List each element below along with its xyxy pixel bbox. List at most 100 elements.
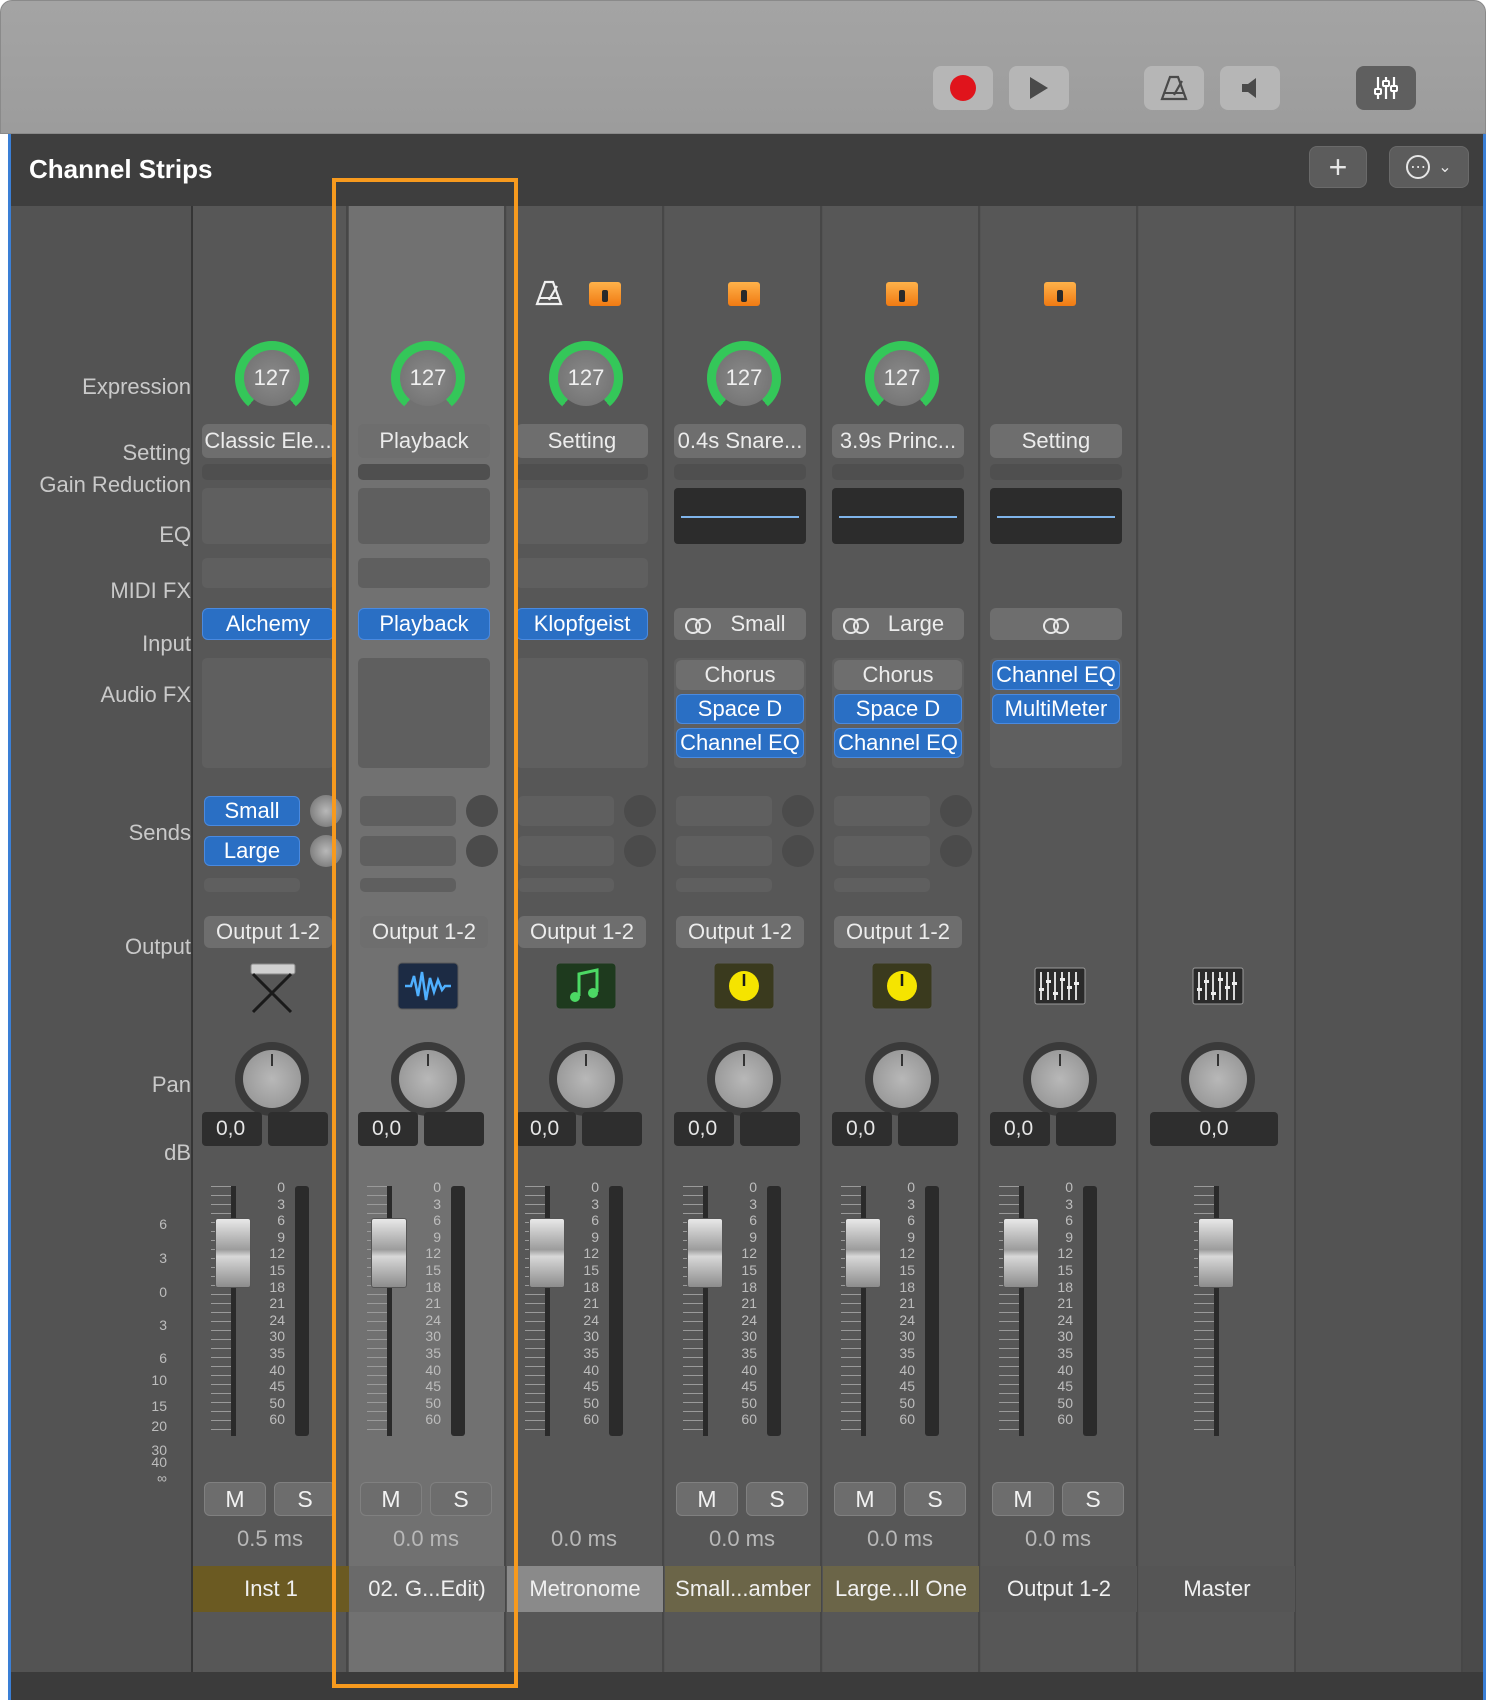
pan-knob[interactable] bbox=[1023, 1042, 1097, 1116]
volume-fader[interactable] bbox=[1003, 1218, 1039, 1288]
count-in-button[interactable] bbox=[1220, 66, 1280, 110]
volume-fader[interactable] bbox=[687, 1218, 723, 1288]
send-level-knob[interactable] bbox=[466, 835, 498, 867]
eq-thumbnail[interactable] bbox=[516, 488, 648, 544]
input-slot[interactable]: Small bbox=[674, 608, 806, 640]
volume-value[interactable]: 0,0 bbox=[674, 1112, 734, 1146]
send-level-knob[interactable] bbox=[310, 835, 342, 867]
output-slot[interactable]: Output 1-2 bbox=[204, 916, 332, 948]
volume-value[interactable]: 0,0 bbox=[516, 1112, 576, 1146]
solo-button[interactable]: S bbox=[746, 1482, 808, 1516]
audio-fx-plugin[interactable]: Channel EQ bbox=[676, 728, 804, 758]
add-button[interactable]: + bbox=[1309, 146, 1367, 188]
send-slot[interactable] bbox=[360, 796, 456, 826]
track-name-label[interactable]: Metronome bbox=[507, 1566, 663, 1612]
solo-button[interactable]: S bbox=[274, 1482, 336, 1516]
audio-fx-plugin[interactable]: Channel EQ bbox=[992, 660, 1120, 690]
send-level-knob[interactable] bbox=[940, 835, 972, 867]
volume-fader[interactable] bbox=[371, 1218, 407, 1288]
setting-button[interactable]: 0.4s Snare... bbox=[674, 424, 806, 458]
channel-strip[interactable]: 127 3.9s Princ... Large Chorus Space D Channe… bbox=[823, 206, 980, 1672]
setting-button[interactable]: Setting bbox=[516, 424, 648, 458]
channel-strip[interactable]: 127 Classic Ele... Alchemy Small Large Output… bbox=[191, 206, 349, 1672]
send-slot[interactable] bbox=[518, 836, 614, 866]
channel-strip[interactable]: 127 Playback Playback Output 1-2 0,0 0 3 6 9 12 15… bbox=[349, 206, 506, 1672]
eq-thumbnail[interactable] bbox=[832, 488, 964, 544]
expression-knob[interactable]: 127 bbox=[235, 341, 309, 415]
setting-button[interactable]: 3.9s Princ... bbox=[832, 424, 964, 458]
mute-button[interactable]: M bbox=[204, 1482, 266, 1516]
channel-strip[interactable]: 0,0 Master bbox=[1139, 206, 1296, 1672]
pan-knob[interactable] bbox=[707, 1042, 781, 1116]
send-slot[interactable] bbox=[834, 878, 930, 892]
folder-icon[interactable] bbox=[1044, 282, 1076, 306]
volume-fader[interactable] bbox=[845, 1218, 881, 1288]
volume-value[interactable]: 0,0 bbox=[1150, 1112, 1278, 1146]
send-slot[interactable]: Large bbox=[204, 836, 300, 866]
volume-value[interactable]: 0,0 bbox=[358, 1112, 418, 1146]
vertical-scrollbar[interactable] bbox=[1463, 206, 1483, 1672]
track-name-label[interactable]: Inst 1 bbox=[193, 1566, 349, 1612]
track-name-label[interactable]: Output 1-2 bbox=[981, 1566, 1137, 1612]
track-name-label[interactable]: Small...amber bbox=[665, 1566, 821, 1612]
send-slot[interactable] bbox=[676, 836, 772, 866]
expression-knob[interactable]: 127 bbox=[707, 341, 781, 415]
volume-fader[interactable] bbox=[529, 1218, 565, 1288]
more-options-button[interactable]: ⋯ ⌄ bbox=[1389, 146, 1469, 188]
send-slot[interactable] bbox=[834, 836, 930, 866]
expression-knob[interactable]: 127 bbox=[865, 341, 939, 415]
mixer-button[interactable] bbox=[1356, 66, 1416, 110]
pan-knob[interactable] bbox=[391, 1042, 465, 1116]
send-slot[interactable] bbox=[676, 796, 772, 826]
audio-fx-plugin[interactable]: Space D bbox=[676, 694, 804, 724]
send-level-knob[interactable] bbox=[940, 795, 972, 827]
send-level-knob[interactable] bbox=[624, 835, 656, 867]
send-slot[interactable] bbox=[518, 796, 614, 826]
send-slot[interactable]: Small bbox=[204, 796, 300, 826]
send-level-knob[interactable] bbox=[466, 795, 498, 827]
send-level-knob[interactable] bbox=[310, 795, 342, 827]
solo-button[interactable]: S bbox=[904, 1482, 966, 1516]
eq-thumbnail[interactable] bbox=[358, 488, 490, 544]
metronome-icon[interactable] bbox=[535, 280, 563, 311]
volume-value[interactable]: 0,0 bbox=[990, 1112, 1050, 1146]
pan-knob[interactable] bbox=[549, 1042, 623, 1116]
solo-button[interactable]: S bbox=[430, 1482, 492, 1516]
mute-button[interactable]: M bbox=[834, 1482, 896, 1516]
mute-button[interactable]: M bbox=[360, 1482, 422, 1516]
send-slot[interactable] bbox=[360, 878, 456, 892]
eq-thumbnail[interactable] bbox=[202, 488, 334, 544]
output-slot[interactable]: Output 1-2 bbox=[676, 916, 804, 948]
midi-fx-slot[interactable] bbox=[202, 558, 334, 588]
input-slot[interactable]: Large bbox=[832, 608, 964, 640]
channel-strip[interactable]: 127 Setting Klopfgeist Output 1-2 0,0 0 3 6 9 12 1… bbox=[507, 206, 664, 1672]
volume-value[interactable]: 0,0 bbox=[832, 1112, 892, 1146]
folder-icon[interactable] bbox=[728, 282, 760, 306]
send-slot[interactable] bbox=[518, 878, 614, 892]
channel-strip[interactable]: 127 0.4s Snare... Small Chorus Space D Channe… bbox=[665, 206, 822, 1672]
input-slot[interactable]: Alchemy bbox=[202, 608, 334, 640]
play-button[interactable] bbox=[1009, 66, 1069, 110]
output-slot[interactable]: Output 1-2 bbox=[518, 916, 646, 948]
track-name-label[interactable]: Large...ll One bbox=[823, 1566, 979, 1612]
expression-knob[interactable]: 127 bbox=[549, 341, 623, 415]
track-name-label[interactable]: Master bbox=[1139, 1566, 1295, 1612]
input-slot[interactable] bbox=[990, 608, 1122, 640]
audio-fx-plugin[interactable]: Chorus bbox=[676, 660, 804, 690]
channel-strip[interactable]: Setting Channel EQ MultiMeter 0,0 0 3 6 9 12 15 18… bbox=[981, 206, 1138, 1672]
audio-fx-plugin[interactable]: Channel EQ bbox=[834, 728, 962, 758]
send-level-knob[interactable] bbox=[624, 795, 656, 827]
input-slot[interactable]: Klopfgeist bbox=[516, 608, 648, 640]
folder-icon[interactable] bbox=[886, 282, 918, 306]
metronome-button[interactable] bbox=[1144, 66, 1204, 110]
volume-fader[interactable] bbox=[215, 1218, 251, 1288]
eq-thumbnail[interactable] bbox=[990, 488, 1122, 544]
midi-fx-slot[interactable] bbox=[358, 558, 490, 588]
send-level-knob[interactable] bbox=[782, 835, 814, 867]
track-name-label[interactable]: 02. G...Edit) bbox=[349, 1566, 505, 1612]
folder-icon[interactable] bbox=[589, 282, 621, 306]
output-slot[interactable]: Output 1-2 bbox=[834, 916, 962, 948]
mute-button[interactable]: M bbox=[992, 1482, 1054, 1516]
eq-thumbnail[interactable] bbox=[674, 488, 806, 544]
pan-knob[interactable] bbox=[235, 1042, 309, 1116]
